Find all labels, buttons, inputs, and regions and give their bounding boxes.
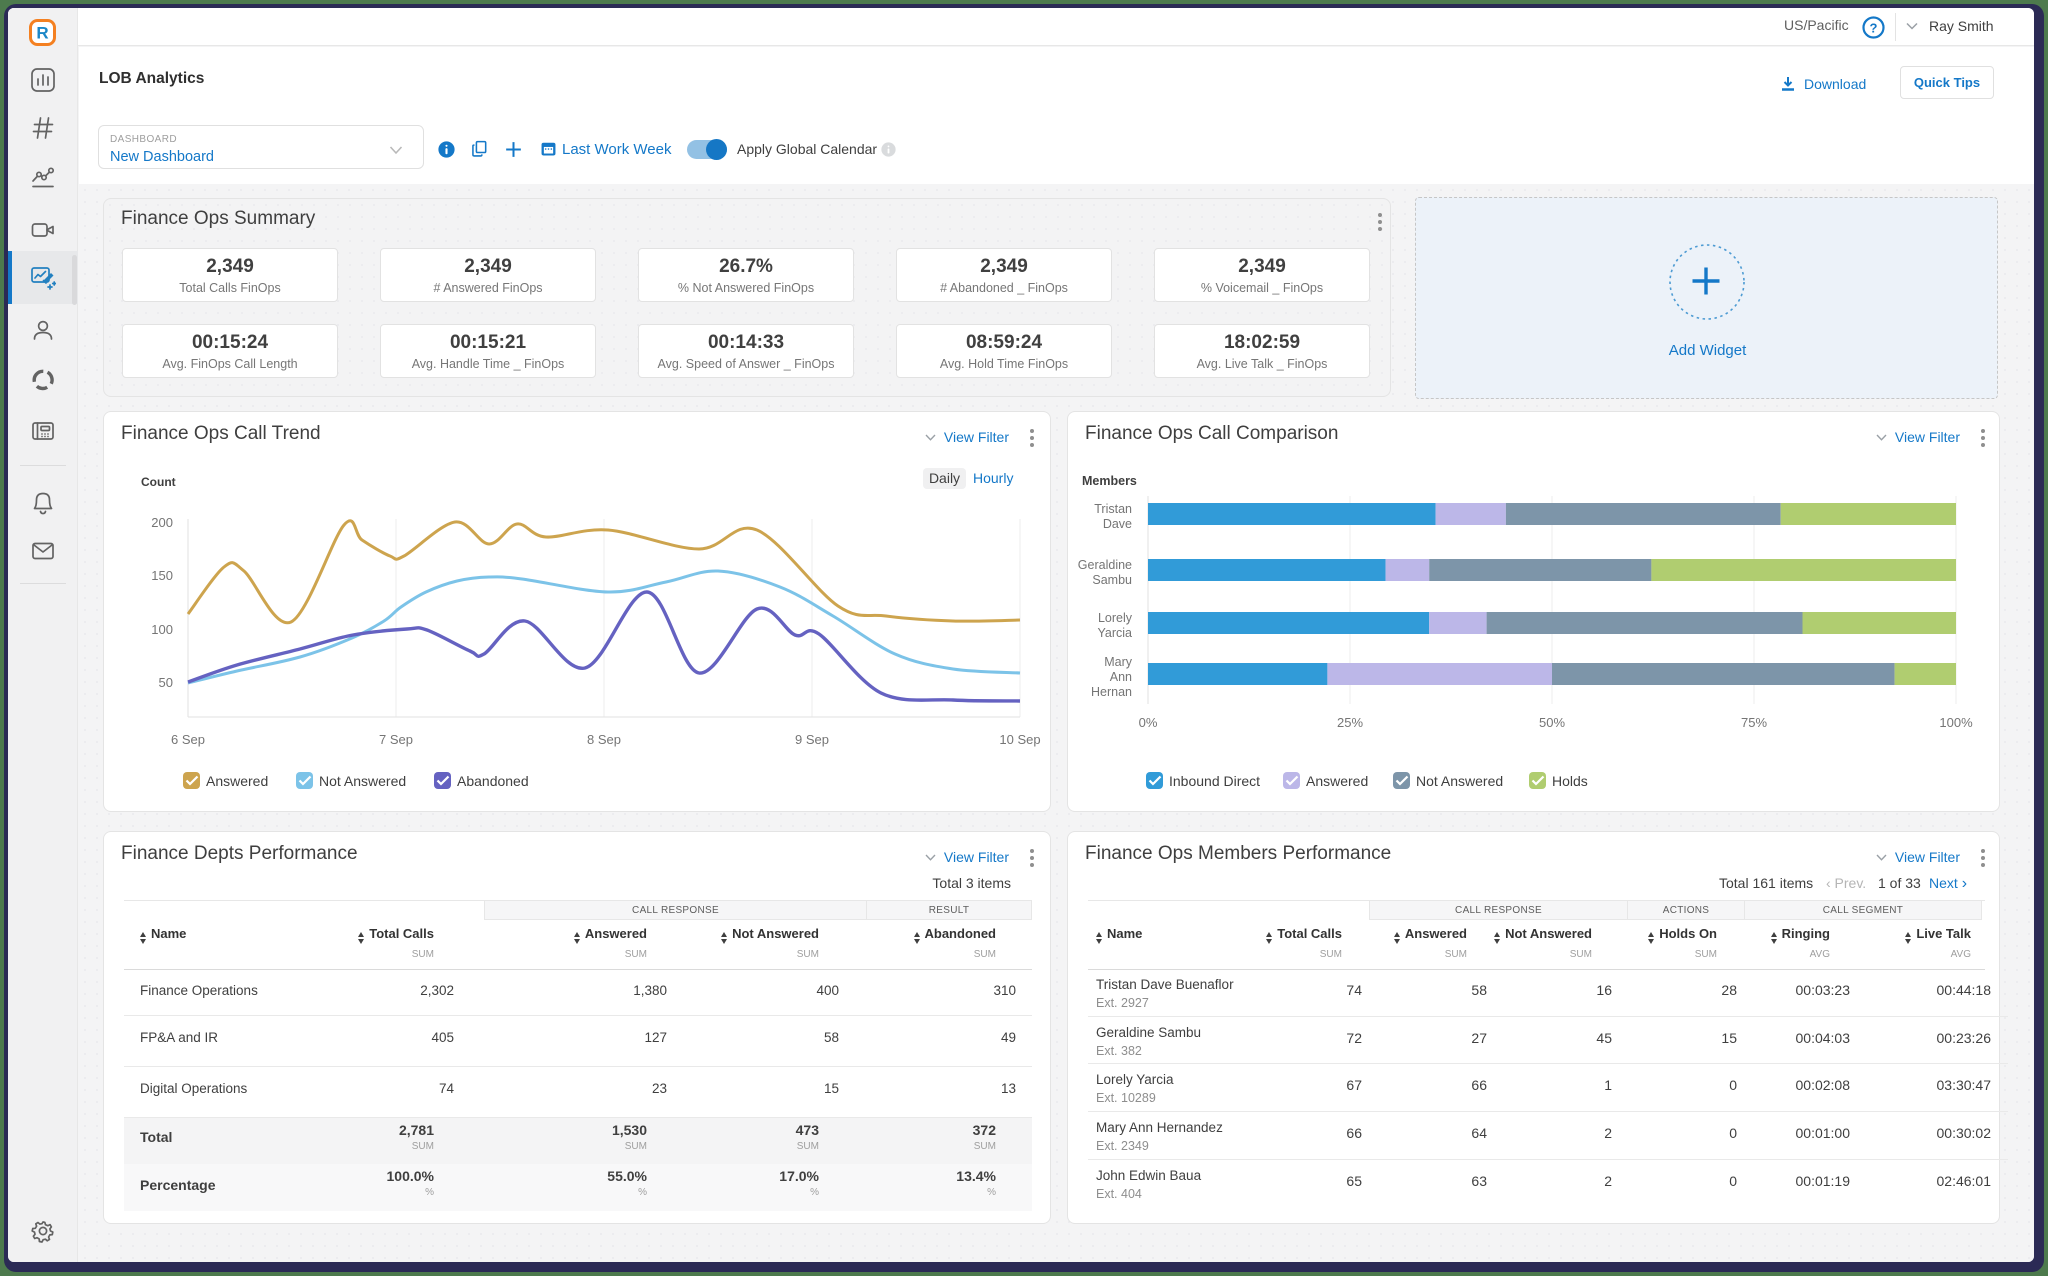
svg-text:?: ? [1870, 21, 1878, 36]
svg-text:R: R [36, 24, 48, 43]
